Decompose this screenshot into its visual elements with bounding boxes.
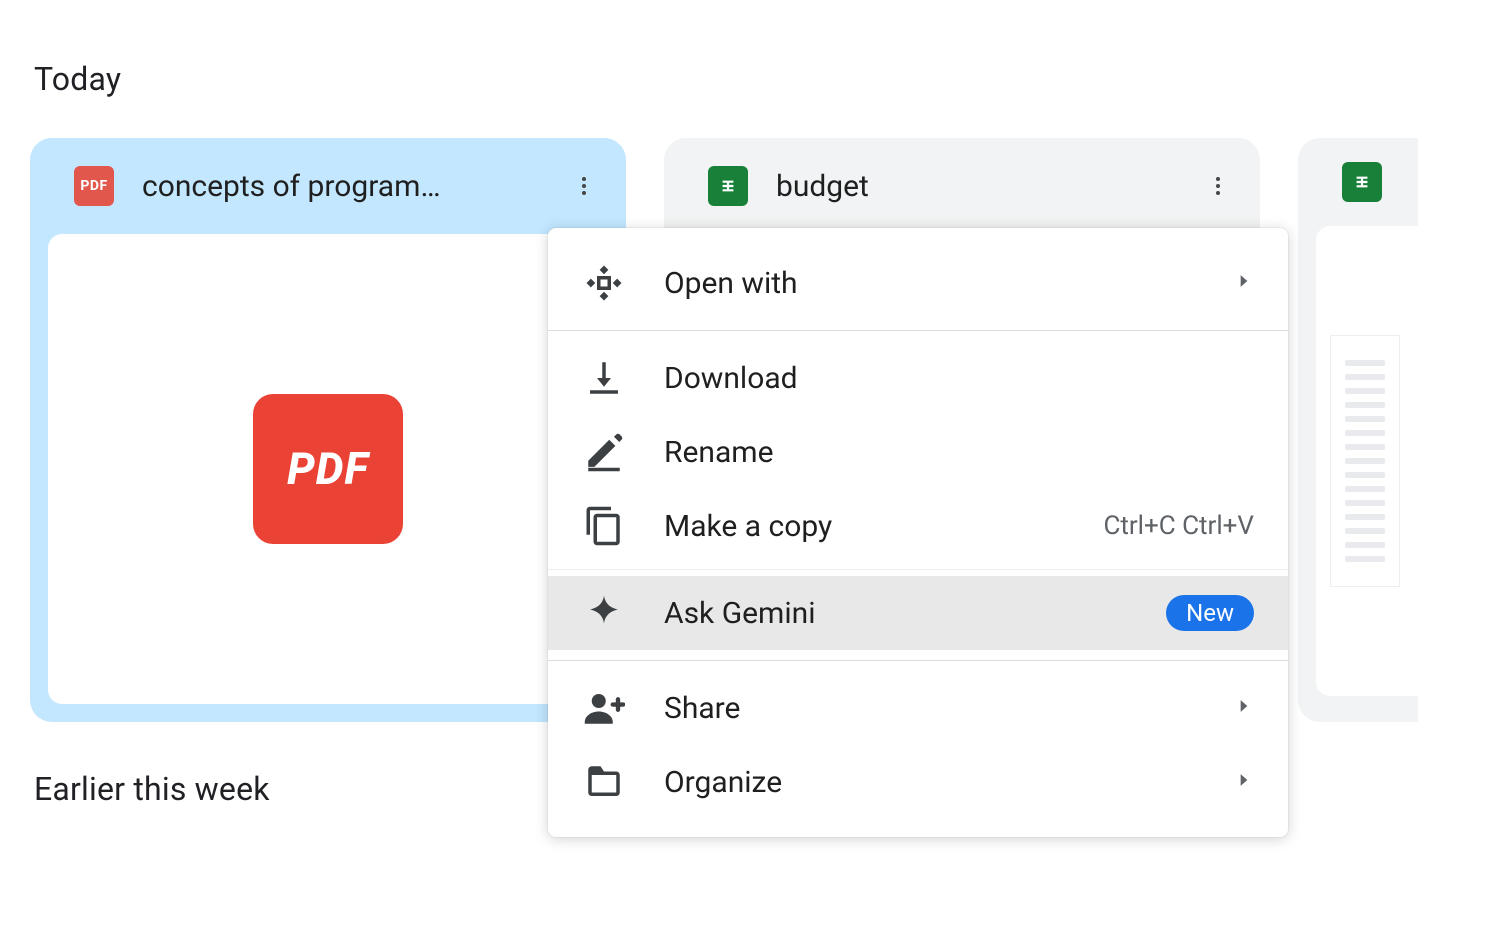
sheets-file-icon	[1342, 162, 1382, 202]
folder-icon	[582, 760, 626, 804]
menu-label: Organize	[664, 765, 1196, 800]
more-options-button[interactable]	[1194, 162, 1242, 210]
file-card[interactable]: PDF concepts of program… PDF	[30, 138, 626, 722]
more-options-button[interactable]	[560, 162, 608, 210]
rename-icon	[582, 430, 626, 474]
file-card[interactable]	[1298, 138, 1418, 722]
pdf-file-icon: PDF	[74, 166, 114, 206]
share-icon	[582, 686, 626, 730]
menu-label: Rename	[664, 435, 1254, 470]
file-preview: PDF	[48, 234, 608, 704]
chevron-right-icon	[1234, 271, 1254, 295]
new-badge: New	[1166, 595, 1254, 631]
vertical-dots-icon	[572, 174, 596, 198]
chevron-right-icon	[1234, 770, 1254, 794]
pdf-large-icon: PDF	[253, 394, 403, 544]
menu-item-make-copy[interactable]: Make a copy Ctrl+C Ctrl+V	[548, 489, 1288, 563]
menu-separator	[548, 330, 1288, 331]
menu-item-ask-gemini[interactable]: Ask Gemini New	[548, 576, 1288, 650]
open-with-icon	[582, 261, 626, 305]
menu-separator	[548, 660, 1288, 661]
menu-label: Download	[664, 361, 1254, 396]
menu-item-organize[interactable]: Organize	[548, 745, 1288, 819]
menu-label: Ask Gemini	[664, 596, 1128, 631]
download-icon	[582, 356, 626, 400]
menu-item-open-with[interactable]: Open with	[548, 246, 1288, 320]
context-menu: Open with Download Rename Make a copy Ct…	[548, 228, 1288, 837]
menu-item-rename[interactable]: Rename	[548, 415, 1288, 489]
menu-label: Make a copy	[664, 509, 1065, 544]
menu-label: Share	[664, 691, 1196, 726]
file-title: concepts of program…	[142, 169, 532, 204]
file-title: budget	[776, 169, 1166, 204]
menu-item-download[interactable]: Download	[548, 341, 1288, 415]
menu-separator	[548, 569, 1288, 570]
menu-label: Open with	[664, 266, 1196, 301]
section-header-today: Today	[34, 60, 1460, 98]
menu-shortcut: Ctrl+C Ctrl+V	[1103, 511, 1254, 541]
vertical-dots-icon	[1206, 174, 1230, 198]
menu-item-share[interactable]: Share	[548, 671, 1288, 745]
sparkle-icon	[582, 591, 626, 635]
chevron-right-icon	[1234, 696, 1254, 720]
copy-icon	[582, 504, 626, 548]
sheets-file-icon	[708, 166, 748, 206]
file-preview	[1316, 226, 1418, 696]
